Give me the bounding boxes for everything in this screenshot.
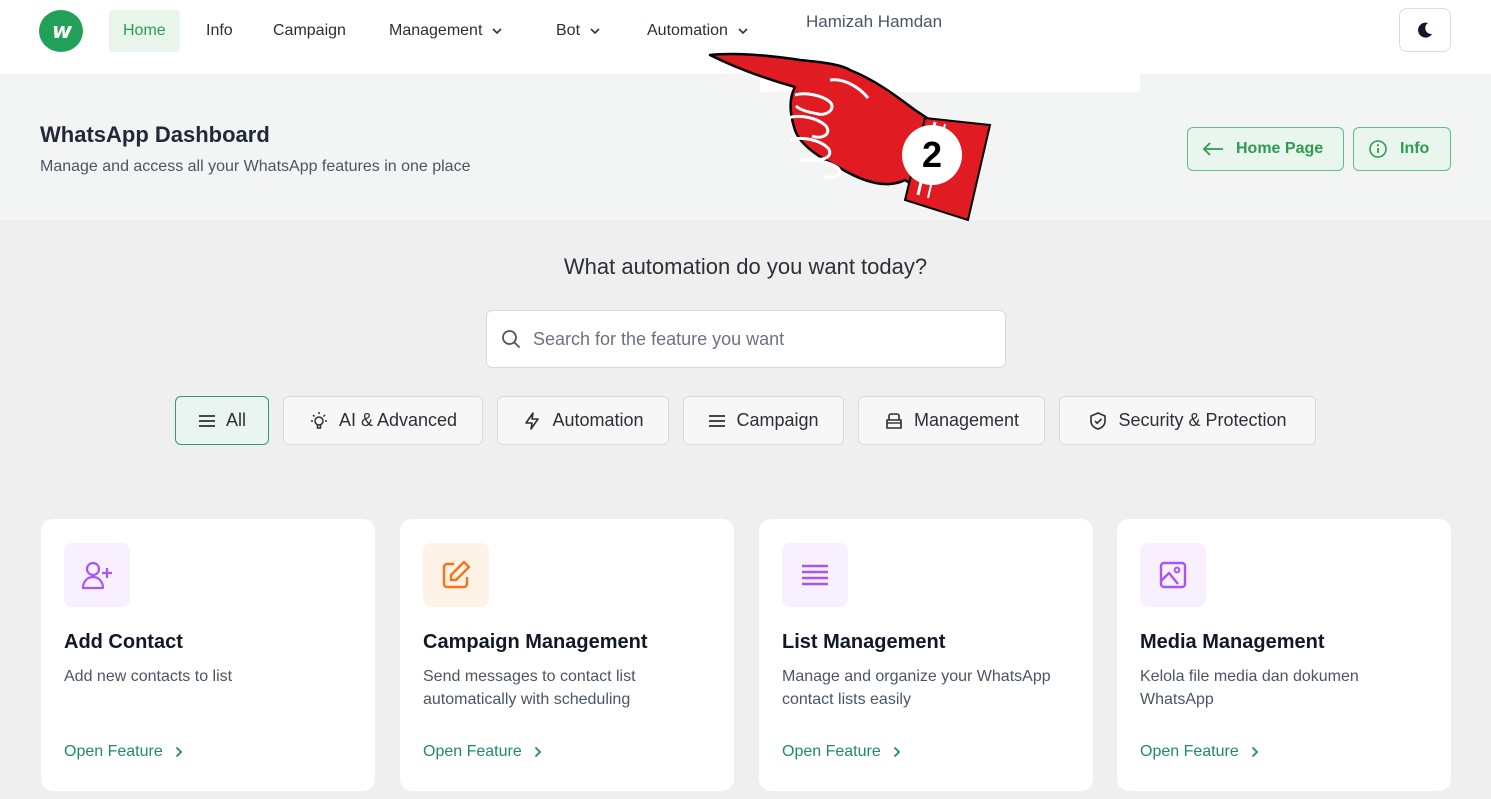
- chevron-right-icon: [534, 746, 542, 758]
- nav-automation-label: Automation: [647, 22, 728, 39]
- card-media-management[interactable]: Media Management Kelola file media dan d…: [1117, 519, 1451, 791]
- app-logo[interactable]: w: [39, 10, 83, 52]
- chevron-right-icon: [893, 746, 901, 758]
- open-feature-label: Open Feature: [64, 743, 163, 760]
- nav-home[interactable]: Home: [109, 10, 180, 52]
- open-feature-label: Open Feature: [423, 743, 522, 760]
- chevron-down-icon: [738, 27, 748, 34]
- nav-bot-label: Bot: [556, 22, 581, 39]
- card-title: Campaign Management: [423, 631, 648, 653]
- card-description: Send messages to contact list automatica…: [423, 668, 636, 708]
- lightbulb-icon: [309, 411, 329, 431]
- info-button[interactable]: Info: [1353, 127, 1451, 171]
- chevron-right-icon: [175, 746, 183, 758]
- nav-info[interactable]: Info: [192, 10, 247, 52]
- menu-icon: [198, 414, 216, 428]
- step-number: 2: [922, 134, 942, 175]
- chevron-down-icon: [590, 27, 600, 34]
- card-description: Add new contacts to list: [64, 668, 233, 685]
- nav-info-label: Info: [206, 22, 233, 39]
- card-title: List Management: [782, 631, 946, 653]
- nav-management[interactable]: Management: [375, 10, 516, 52]
- open-feature-link[interactable]: Open Feature: [64, 743, 183, 761]
- theme-toggle-button[interactable]: [1399, 8, 1451, 52]
- automation-question: What automation do you want today?: [563, 254, 928, 279]
- home-page-button[interactable]: Home Page: [1187, 127, 1344, 171]
- filter-ai-advanced-label: AI & Advanced: [338, 410, 458, 430]
- search-icon: [502, 330, 521, 349]
- page-title: WhatsApp Dashboard: [40, 122, 270, 147]
- arrow-left-icon: [1202, 142, 1224, 156]
- filter-security-label: Security & Protection: [1118, 410, 1287, 430]
- home-page-label: Home Page: [1236, 140, 1324, 157]
- user-name[interactable]: Hamizah Hamdan: [806, 12, 942, 32]
- open-feature-label: Open Feature: [782, 743, 881, 760]
- card-title: Add Contact: [64, 631, 183, 653]
- header-band: [0, 74, 760, 92]
- user-plus-icon: [64, 543, 130, 607]
- nav-campaign-label: Campaign: [273, 22, 346, 39]
- filter-management-label: Management: [913, 410, 1020, 430]
- feature-search[interactable]: [486, 310, 1006, 368]
- shield-icon: [1088, 411, 1108, 431]
- filter-management[interactable]: Management: [858, 396, 1045, 445]
- image-icon: [1140, 543, 1206, 607]
- filter-all-label: All: [225, 410, 246, 430]
- lightning-icon: [522, 411, 542, 431]
- filter-automation[interactable]: Automation: [497, 396, 669, 445]
- chevron-right-icon: [1251, 746, 1259, 758]
- list-icon: [782, 543, 848, 607]
- moon-icon: [1418, 22, 1432, 38]
- edit-icon: [423, 543, 489, 607]
- open-feature-link[interactable]: Open Feature: [1140, 743, 1259, 761]
- menu-icon: [708, 414, 726, 428]
- filter-automation-label: Automation: [552, 410, 644, 430]
- info-icon: [1368, 139, 1388, 159]
- logo-letter: w: [51, 18, 72, 44]
- filter-campaign[interactable]: Campaign: [683, 396, 844, 445]
- card-campaign-management[interactable]: Campaign Management Send messages to con…: [400, 519, 734, 791]
- nav-home-label: Home: [123, 22, 166, 39]
- card-description: Kelola file media dan dokumen WhatsApp: [1140, 668, 1359, 708]
- open-feature-link[interactable]: Open Feature: [782, 743, 901, 761]
- pointing-hand-annotation: 2: [708, 52, 992, 222]
- header-band: [1140, 74, 1491, 92]
- search-input[interactable]: [533, 328, 973, 350]
- nav-management-label: Management: [389, 22, 483, 39]
- filter-security-protection[interactable]: Security & Protection: [1059, 396, 1316, 445]
- filter-all[interactable]: All: [175, 396, 269, 445]
- card-add-contact[interactable]: Add Contact Add new contacts to list Ope…: [41, 519, 375, 791]
- chevron-down-icon: [492, 27, 502, 34]
- card-title: Media Management: [1140, 631, 1325, 653]
- filter-ai-advanced[interactable]: AI & Advanced: [283, 396, 483, 445]
- filter-campaign-label: Campaign: [736, 410, 819, 430]
- card-description: Manage and organize your WhatsApp contac…: [782, 668, 1051, 708]
- card-list-management[interactable]: List Management Manage and organize your…: [759, 519, 1093, 791]
- open-feature-label: Open Feature: [1140, 743, 1239, 760]
- info-label: Info: [1400, 140, 1430, 157]
- archive-icon: [884, 411, 904, 431]
- nav-campaign[interactable]: Campaign: [259, 10, 360, 52]
- open-feature-link[interactable]: Open Feature: [423, 743, 542, 761]
- nav-bot[interactable]: Bot: [542, 10, 614, 52]
- page-subtitle: Manage and access all your WhatsApp feat…: [40, 158, 471, 175]
